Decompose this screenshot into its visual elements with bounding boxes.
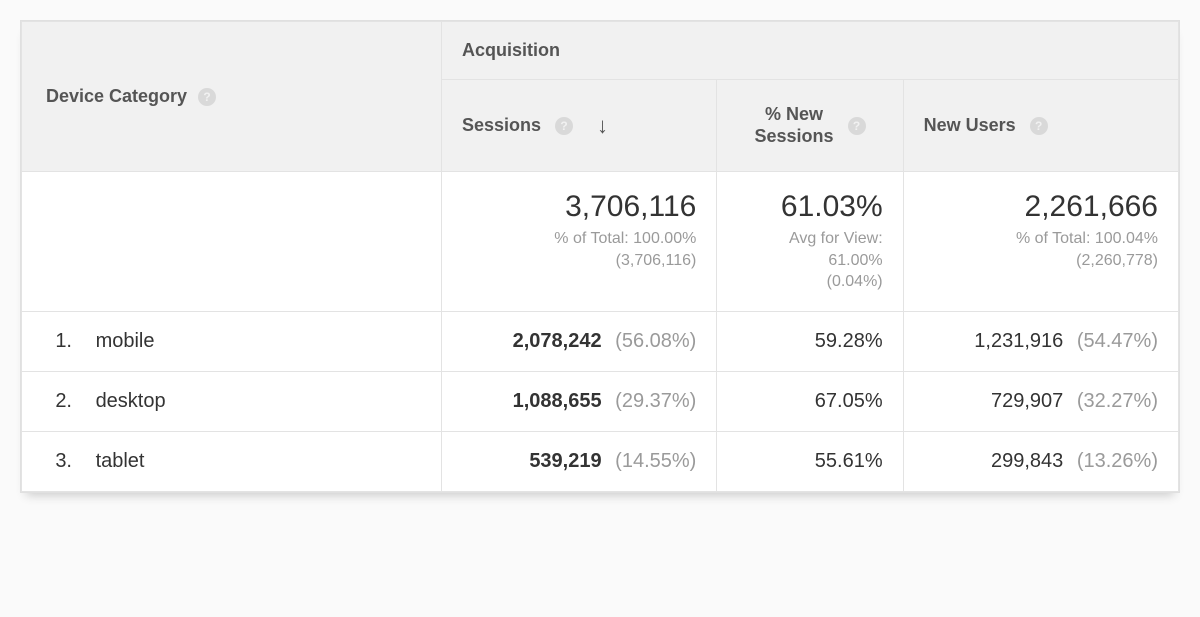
column-header-label-line2: Sessions [754,126,833,146]
cell-pct-new-sessions: 55.61% [717,431,903,491]
totals-new-users: 2,261,666 % of Total: 100.04% (2,260,778… [903,172,1178,312]
cell-device: 2. desktop [22,371,442,431]
metric-value: 2,078,242 [513,330,602,352]
help-icon[interactable]: ? [555,117,573,135]
column-header-label: New Users [924,115,1016,136]
totals-value: 61.03% [737,190,882,224]
totals-subtext: % of Total: 100.04% (2,260,778) [924,228,1158,271]
totals-row: 3,706,116 % of Total: 100.00% (3,706,116… [22,172,1179,312]
column-header-new-users[interactable]: New Users ? [903,80,1178,172]
metric-value: 729,907 [991,390,1063,412]
totals-sessions: 3,706,116 % of Total: 100.00% (3,706,116… [442,172,717,312]
column-group-label: Acquisition [462,40,560,60]
row-index: 3. [42,450,72,473]
help-icon[interactable]: ? [848,117,866,135]
device-name[interactable]: desktop [96,390,166,412]
column-header-label-line1: % New [765,104,823,124]
totals-value: 2,261,666 [924,190,1158,224]
column-group-acquisition: Acquisition [442,22,1179,80]
metric-pct: (14.55%) [615,450,696,472]
table-row[interactable]: 3. tablet 539,219 (14.55%) 55.61% 299,84… [22,431,1179,491]
totals-subtext: Avg for View: 61.00% (0.04%) [737,228,882,293]
totals-subtext: % of Total: 100.00% (3,706,116) [462,228,696,271]
device-name[interactable]: mobile [96,330,155,352]
device-name[interactable]: tablet [96,450,145,472]
cell-new-users: 729,907 (32.27%) [903,371,1178,431]
cell-sessions: 1,088,655 (29.37%) [442,371,717,431]
sort-descending-icon[interactable]: ↓ [597,113,608,139]
table-header: Device Category ? Acquisition Sessions ?… [22,22,1179,172]
cell-pct-new-sessions: 59.28% [717,311,903,371]
cell-device: 1. mobile [22,311,442,371]
column-header-label: Sessions [462,115,541,136]
totals-empty-cell [22,172,442,312]
metric-value: 55.61% [815,450,883,472]
metric-pct: (29.37%) [615,390,696,412]
totals-pct-new-sessions: 61.03% Avg for View: 61.00% (0.04%) [717,172,903,312]
cell-sessions: 2,078,242 (56.08%) [442,311,717,371]
totals-value: 3,706,116 [462,190,696,224]
metric-pct: (32.27%) [1077,390,1158,412]
analytics-report-table: Device Category ? Acquisition Sessions ?… [20,20,1180,493]
metric-value: 539,219 [529,450,601,472]
metric-value: 59.28% [815,330,883,352]
data-table: Device Category ? Acquisition Sessions ?… [21,21,1179,492]
cell-new-users: 299,843 (13.26%) [903,431,1178,491]
column-header-sessions[interactable]: Sessions ? ↓ [442,80,717,172]
cell-sessions: 539,219 (14.55%) [442,431,717,491]
metric-pct: (56.08%) [615,330,696,352]
row-index: 2. [42,390,72,413]
metric-value: 299,843 [991,450,1063,472]
table-row[interactable]: 1. mobile 2,078,242 (56.08%) 59.28% 1,23… [22,311,1179,371]
cell-pct-new-sessions: 67.05% [717,371,903,431]
metric-value: 1,231,916 [974,330,1063,352]
cell-new-users: 1,231,916 (54.47%) [903,311,1178,371]
metric-value: 1,088,655 [513,390,602,412]
metric-pct: (54.47%) [1077,330,1158,352]
column-header-label: Device Category [46,86,187,106]
help-icon[interactable]: ? [1030,117,1048,135]
row-index: 1. [42,330,72,353]
help-icon[interactable]: ? [198,88,216,106]
metric-pct: (13.26%) [1077,450,1158,472]
column-header-device[interactable]: Device Category ? [22,22,442,172]
column-header-pct-new-sessions[interactable]: % New Sessions ? [717,80,903,172]
metric-value: 67.05% [815,390,883,412]
cell-device: 3. tablet [22,431,442,491]
table-row[interactable]: 2. desktop 1,088,655 (29.37%) 67.05% 729… [22,371,1179,431]
